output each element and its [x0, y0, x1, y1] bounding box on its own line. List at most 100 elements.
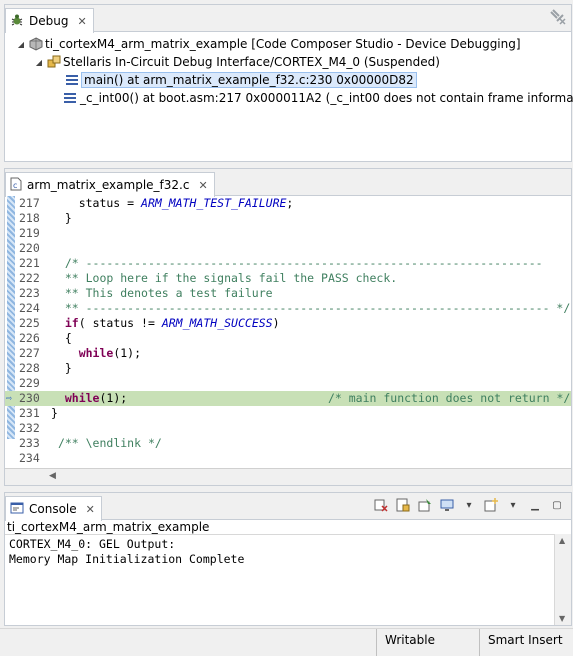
expand-arrow-icon[interactable]: ◢ [15, 40, 27, 49]
line-number: 231 [19, 406, 40, 420]
line-number: 218 [19, 211, 40, 225]
code-line[interactable]: 227 while(1); [5, 346, 571, 361]
c-file-icon: c [10, 177, 22, 194]
tab-console[interactable]: Console ✕ [5, 496, 102, 521]
code-line[interactable]: 217 status = ARM_MATH_TEST_FAILURE; [5, 196, 571, 211]
code-text: if( status != ARM_MATH_SUCCESS) [64, 316, 280, 330]
close-icon[interactable]: ✕ [86, 503, 95, 516]
line-number: 222 [19, 271, 40, 285]
ide-window: Debug ✕ ◢ ti_cortexM4_arm_matrix_example… [0, 0, 573, 656]
chevron-down-icon[interactable]: ▾ [505, 497, 521, 513]
instruction-pointer-icon: ⇨ [6, 393, 13, 404]
tab-editor-file[interactable]: c arm_matrix_example_f32.c ✕ [5, 172, 215, 197]
code-text: } [51, 361, 72, 375]
line-number: 228 [19, 361, 40, 375]
close-icon[interactable]: ✕ [198, 179, 207, 192]
tree-item-frame-main[interactable]: main() at arm_matrix_example_f32.c:230 0… [5, 71, 571, 89]
line-number: 227 [19, 346, 40, 360]
code-line[interactable]: 221 /* ---------------------------------… [5, 256, 571, 271]
line-number: 219 [19, 226, 40, 240]
maximize-icon[interactable]: ▢ [549, 497, 565, 513]
code-line[interactable]: 226 { [5, 331, 571, 346]
code-text: /** \endlink */ [57, 436, 162, 450]
debug-tabbar: Debug ✕ [5, 5, 571, 33]
console-output[interactable]: CORTEX_M4_0: GEL Output: Memory Map Init… [5, 534, 571, 625]
console-tabbar: Console ✕ ▾ ▾ ▁ ▢ [5, 493, 571, 521]
status-bar: Writable Smart Insert [0, 628, 573, 656]
close-icon[interactable]: ✕ [77, 15, 86, 28]
stack-frame-icon [63, 92, 77, 104]
status-writable: Writable [376, 629, 476, 656]
tree-item-label: ti_cortexM4_arm_matrix_example [Code Com… [45, 37, 521, 51]
code-line[interactable]: 223 ** This denotes a test failure [5, 286, 571, 301]
status-insert-mode: Smart Insert [479, 629, 573, 656]
tree-item-frame-cint00[interactable]: _c_int00() at boot.asm:217 0x000011A2 (_… [5, 89, 573, 107]
line-number: 220 [19, 241, 40, 255]
code-line[interactable]: 218 } [5, 211, 571, 226]
code-line[interactable]: 219 [5, 226, 571, 241]
console-session-label: ti_cortexM4_arm_matrix_example [7, 520, 210, 534]
code-line[interactable]: 229 [5, 376, 571, 391]
stack-frame-icon [63, 74, 81, 86]
tab-editor-label: arm_matrix_example_f32.c [27, 178, 190, 192]
code-text: while(1); /* main function does not retu… [64, 391, 571, 405]
scroll-down-icon[interactable]: ▼ [559, 614, 565, 623]
line-number: 225 [19, 316, 40, 330]
clear-console-icon[interactable] [373, 497, 389, 513]
tree-item-label: Stellaris In-Circuit Debug Interface/COR… [63, 55, 440, 69]
line-number: 230 [19, 391, 40, 405]
line-number: 229 [19, 376, 40, 390]
scroll-left-icon[interactable]: ◀ [49, 471, 56, 481]
code-line[interactable]: 225 if( status != ARM_MATH_SUCCESS) [5, 316, 571, 331]
code-line[interactable]: 222 ** Loop here if the signals fail the… [5, 271, 571, 286]
code-line[interactable]: 231} [5, 406, 571, 421]
code-line[interactable]: 228 } [5, 361, 571, 376]
tree-item-launch[interactable]: ◢ ti_cortexM4_arm_matrix_example [Code C… [5, 35, 571, 53]
disconnect-icon[interactable] [549, 9, 567, 28]
console-view: Console ✕ ▾ ▾ ▁ ▢ ti_cortexM4_arm_matrix… [4, 492, 572, 626]
thread-icon [45, 55, 63, 69]
code-line-current[interactable]: ⇨ 230 while(1); /* main function does not… [5, 391, 571, 406]
horizontal-scrollbar[interactable]: ◀ [5, 468, 571, 485]
line-number: 226 [19, 331, 40, 345]
debug-view: Debug ✕ ◢ ti_cortexM4_arm_matrix_example… [4, 4, 573, 162]
code-text: ** Loop here if the signals fail the PAS… [51, 271, 398, 285]
tab-console-label: Console [29, 502, 77, 516]
code-line[interactable]: 233 /** \endlink */ [5, 436, 571, 451]
code-line[interactable]: 220 [5, 241, 571, 256]
line-number: 223 [19, 286, 40, 300]
debug-config-icon [27, 37, 45, 51]
code-text: } [51, 406, 58, 420]
tree-item-thread[interactable]: ◢ Stellaris In-Circuit Debug Interface/C… [5, 53, 571, 71]
line-number: 217 [19, 196, 40, 210]
editor-tabbar: c arm_matrix_example_f32.c ✕ [5, 169, 571, 197]
code-text: } [51, 211, 72, 225]
code-line[interactable]: 234 [5, 451, 571, 466]
tab-debug-label: Debug [29, 14, 69, 28]
scroll-up-icon[interactable]: ▲ [559, 536, 565, 545]
line-number: 232 [19, 421, 40, 435]
code-line[interactable]: 232 [5, 421, 571, 436]
line-number: 221 [19, 256, 40, 270]
code-line[interactable]: 224 ** ---------------------------------… [5, 301, 571, 316]
bug-icon [10, 13, 24, 30]
scroll-lock-icon[interactable] [395, 497, 411, 513]
tab-debug[interactable]: Debug ✕ [5, 8, 94, 33]
vertical-scrollbar[interactable]: ▲ ▼ [554, 534, 571, 625]
code-text: /* -------------------------------------… [64, 256, 543, 270]
chevron-down-icon[interactable]: ▾ [461, 497, 477, 513]
line-number: 234 [19, 451, 40, 465]
code-text: ** This denotes a test failure [51, 286, 273, 300]
code-text: while(1); [78, 346, 142, 360]
code-editor[interactable]: 217 status = ARM_MATH_TEST_FAILURE; 218 }… [5, 196, 571, 468]
editor-view: c arm_matrix_example_f32.c ✕ 217 status … [4, 168, 572, 486]
new-console-icon[interactable] [483, 497, 499, 513]
pin-console-icon[interactable] [417, 497, 433, 513]
expand-arrow-icon[interactable]: ◢ [33, 58, 45, 67]
minimize-icon[interactable]: ▁ [527, 497, 543, 513]
console-toolbar: ▾ ▾ ▁ ▢ [373, 497, 565, 513]
svg-text:c: c [13, 181, 17, 190]
display-console-icon[interactable] [439, 497, 455, 513]
debug-tree: ◢ ti_cortexM4_arm_matrix_example [Code C… [5, 32, 573, 107]
line-number: 224 [19, 301, 40, 315]
